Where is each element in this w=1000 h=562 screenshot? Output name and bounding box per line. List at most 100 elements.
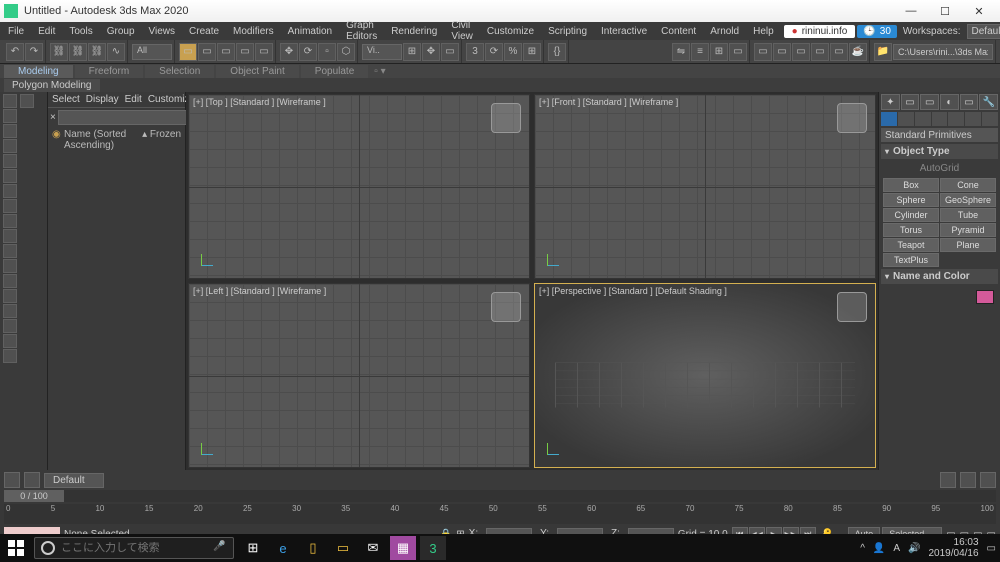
- dock-btn[interactable]: [3, 259, 17, 273]
- viewcube-icon[interactable]: [491, 292, 521, 322]
- snap-toggle[interactable]: 3: [466, 43, 484, 61]
- task-view-icon[interactable]: ⊞: [240, 536, 266, 560]
- obj-box[interactable]: Box: [883, 178, 939, 192]
- viewcube-icon[interactable]: [491, 103, 521, 133]
- explorer-icon[interactable]: ▯: [300, 536, 326, 560]
- se-menu-edit[interactable]: Edit: [125, 94, 142, 105]
- action-center-icon[interactable]: ▭: [987, 543, 996, 554]
- cp-sub-helpers[interactable]: [948, 112, 964, 126]
- spinner-snap[interactable]: ⊞: [523, 43, 541, 61]
- select-name-button[interactable]: ▭: [198, 43, 216, 61]
- autogrid-checkbox[interactable]: AutoGrid: [881, 161, 998, 176]
- store-icon[interactable]: ▭: [330, 536, 356, 560]
- time-slider-thumb[interactable]: 0 / 100: [4, 490, 64, 502]
- viewport-top[interactable]: [+] [Top ] [Standard ] [Wireframe ]: [188, 94, 530, 279]
- obj-torus[interactable]: Torus: [883, 223, 939, 237]
- ribbon-tab-selection[interactable]: Selection: [145, 65, 214, 78]
- tray-ime-icon[interactable]: A: [893, 543, 900, 554]
- placement-button[interactable]: ⬡: [337, 43, 355, 61]
- redo-button[interactable]: ↷: [25, 43, 43, 61]
- menu-interactive[interactable]: Interactive: [595, 24, 653, 39]
- obj-textplus[interactable]: TextPlus: [883, 253, 939, 267]
- cp-tab-modify[interactable]: ▭: [901, 94, 920, 110]
- undo-button[interactable]: ↶: [6, 43, 24, 61]
- cp-tab-create[interactable]: ✦: [881, 94, 900, 110]
- render-button[interactable]: ☕: [849, 43, 867, 61]
- dock-btn[interactable]: [3, 184, 17, 198]
- dock-btn[interactable]: [3, 289, 17, 303]
- obj-cone[interactable]: Cone: [940, 178, 996, 192]
- dock-btn[interactable]: [20, 94, 34, 108]
- render-setup-button[interactable]: ▭: [811, 43, 829, 61]
- edge-icon[interactable]: e: [270, 536, 296, 560]
- se-col-frozen[interactable]: ▴ Frozen: [142, 129, 181, 151]
- menu-tools[interactable]: Tools: [63, 24, 98, 39]
- dock-btn[interactable]: [3, 109, 17, 123]
- rotate-button[interactable]: ⟳: [299, 43, 317, 61]
- scale-button[interactable]: ▫: [318, 43, 336, 61]
- layer-btn[interactable]: [24, 472, 40, 488]
- menu-create[interactable]: Create: [183, 24, 225, 39]
- close-button[interactable]: ✕: [962, 0, 996, 22]
- taskbar-clock[interactable]: 16:03 2019/04/16: [928, 537, 978, 559]
- viewport-left-label[interactable]: [+] [Left ] [Standard ] [Wireframe ]: [193, 286, 326, 296]
- cp-sub-cameras[interactable]: [932, 112, 948, 126]
- viewport-front[interactable]: [+] [Front ] [Standard ] [Wireframe ]: [534, 94, 876, 279]
- align-button[interactable]: ≡: [691, 43, 709, 61]
- dock-btn[interactable]: [3, 304, 17, 318]
- menu-group[interactable]: Group: [101, 24, 141, 39]
- schematic-view-button[interactable]: ▭: [773, 43, 791, 61]
- se-menu-display[interactable]: Display: [86, 94, 119, 105]
- mail-icon[interactable]: ✉: [360, 536, 386, 560]
- manipulate-button[interactable]: ✥: [422, 43, 440, 61]
- layer-btn[interactable]: [4, 472, 20, 488]
- polygon-modeling-panel[interactable]: Polygon Modeling: [4, 79, 100, 92]
- render-frame-button[interactable]: ▭: [830, 43, 848, 61]
- ribbon-tab-object-paint[interactable]: Object Paint: [216, 65, 298, 78]
- ribbon-tab-populate[interactable]: Populate: [301, 65, 368, 78]
- toggle-ribbon-button[interactable]: ▭: [729, 43, 747, 61]
- menu-customize[interactable]: Customize: [481, 24, 540, 39]
- se-search-input[interactable]: [58, 110, 198, 125]
- cp-tab-utilities[interactable]: 🔧: [979, 94, 998, 110]
- move-button[interactable]: ✥: [280, 43, 298, 61]
- viewport-perspective[interactable]: [+] [Perspective ] [Standard ] [Default …: [534, 283, 876, 468]
- dock-btn[interactable]: [3, 124, 17, 138]
- dock-btn[interactable]: [3, 154, 17, 168]
- window-crossing-button[interactable]: ▭: [236, 43, 254, 61]
- menu-rendering[interactable]: Rendering: [385, 24, 443, 39]
- named-selection[interactable]: {}: [548, 43, 566, 61]
- dock-btn[interactable]: [3, 139, 17, 153]
- pivot-button[interactable]: ⊞: [403, 43, 421, 61]
- dock-btn[interactable]: [3, 199, 17, 213]
- layer-name[interactable]: Default: [44, 473, 104, 488]
- dock-btn[interactable]: [3, 229, 17, 243]
- app-icon[interactable]: ▦: [390, 536, 416, 560]
- viewport-top-label[interactable]: [+] [Top ] [Standard ] [Wireframe ]: [193, 97, 326, 107]
- viewport-persp-label[interactable]: [+] [Perspective ] [Standard ] [Default …: [539, 286, 727, 296]
- layer-explorer-button[interactable]: ⊞: [710, 43, 728, 61]
- link-button[interactable]: ⛓: [50, 43, 68, 61]
- cp-tab-motion[interactable]: ◐: [940, 94, 959, 110]
- menu-content[interactable]: Content: [655, 24, 702, 39]
- select-object-button[interactable]: ▭: [179, 43, 197, 61]
- cp-sub-geometry[interactable]: [881, 112, 897, 126]
- time-slider[interactable]: 0 / 100: [4, 490, 996, 502]
- ref-coord-dropdown[interactable]: Vi..: [362, 44, 402, 60]
- menu-modifiers[interactable]: Modifiers: [227, 24, 280, 39]
- ribbon-tab-modeling[interactable]: Modeling: [4, 65, 73, 78]
- obj-tube[interactable]: Tube: [940, 208, 996, 222]
- object-color-swatch[interactable]: [976, 290, 994, 304]
- tray-volume-icon[interactable]: 🔊: [908, 543, 920, 554]
- dock-btn[interactable]: [3, 244, 17, 258]
- paint-select-button[interactable]: ▭: [255, 43, 273, 61]
- mic-icon[interactable]: 🎤: [213, 541, 227, 555]
- rollout-name-color[interactable]: Name and Color: [881, 269, 998, 284]
- quick-access-path[interactable]: [893, 44, 993, 60]
- layer-btn[interactable]: [960, 472, 976, 488]
- obj-plane[interactable]: Plane: [940, 238, 996, 252]
- time-badge[interactable]: 🕒30: [857, 25, 897, 38]
- cp-tab-hierarchy[interactable]: ▭: [920, 94, 939, 110]
- 3dsmax-taskbar-icon[interactable]: 3: [420, 536, 446, 560]
- menu-scripting[interactable]: Scripting: [542, 24, 593, 39]
